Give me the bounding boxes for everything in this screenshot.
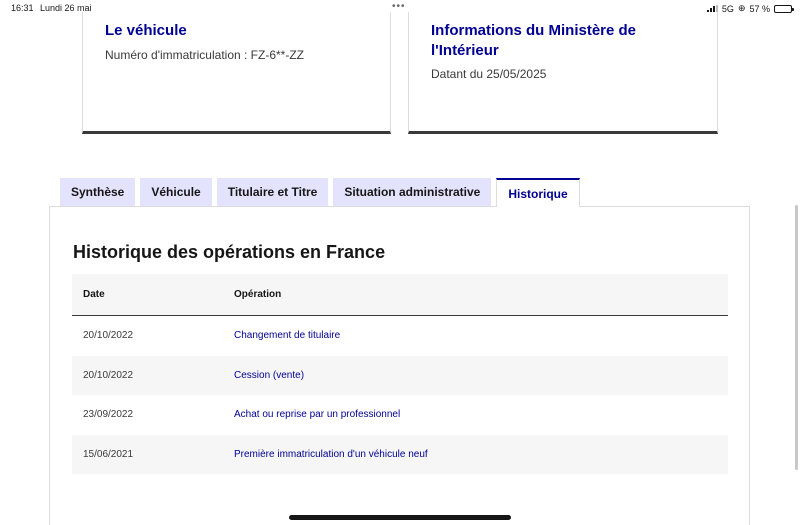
network-label: 5G <box>721 3 734 14</box>
registration-number: Numéro d'immatriculation : FZ-6**-ZZ <box>105 48 304 62</box>
table-header: Date Opération <box>72 274 728 316</box>
table-row: 15/06/2021 Première immatriculation d'un… <box>72 434 728 474</box>
row-operation: Changement de titulaire <box>234 330 341 342</box>
historique-table: Date Opération 20/10/2022 Changement de … <box>72 274 728 474</box>
ministere-card-title[interactable]: Informations du Ministère de l'Intérieur <box>431 21 661 61</box>
row-operation: Achat ou reprise par un professionnel <box>234 409 401 421</box>
historique-title: Historique des opérations en France <box>73 242 386 262</box>
home-indicator[interactable] <box>289 515 511 520</box>
battery-percent: 57 % <box>749 3 770 14</box>
row-date: 20/10/2022 <box>83 330 134 342</box>
vehicule-card[interactable]: Le véhicule Numéro d'immatriculation : F… <box>82 12 391 134</box>
tab-list: Synthèse Véhicule Titulaire et Titre Sit… <box>60 178 580 207</box>
battery-icon <box>774 4 794 13</box>
table-body: 20/10/2022 Changement de titulaire 20/10… <box>72 316 728 474</box>
tab-historique[interactable]: Historique <box>496 178 580 207</box>
row-date: 15/06/2021 <box>83 448 134 460</box>
multitasking-dots-icon[interactable]: ••• <box>392 1 406 12</box>
column-header-date: Date <box>83 289 105 300</box>
tab-situation-administrative[interactable]: Situation administrative <box>333 178 492 206</box>
row-operation: Cession (vente) <box>234 369 305 381</box>
tab-synthese[interactable]: Synthèse <box>60 178 136 206</box>
row-date: 20/10/2022 <box>83 369 134 381</box>
table-row: 23/09/2022 Achat ou reprise par un profe… <box>72 395 728 435</box>
tab-vehicule[interactable]: Véhicule <box>140 178 212 206</box>
row-date: 23/09/2022 <box>83 409 134 421</box>
row-operation: Première immatriculation d'un véhicule n… <box>234 448 428 460</box>
ministere-date: Datant du 25/05/2025 <box>431 67 547 81</box>
tab-titulaire-et-titre[interactable]: Titulaire et Titre <box>216 178 329 206</box>
status-right-group: 5G ⊕ 57 % <box>706 3 794 14</box>
table-row: 20/10/2022 Changement de titulaire <box>72 316 728 356</box>
column-header-operation: Opération <box>234 289 282 300</box>
orientation-lock-icon: ⊕ <box>737 3 746 13</box>
status-time: 16:31 <box>11 3 34 13</box>
ministere-card[interactable]: Informations du Ministère de l'Intérieur… <box>408 12 718 134</box>
vehicule-card-title[interactable]: Le véhicule <box>105 21 187 41</box>
scrollbar[interactable] <box>795 205 798 470</box>
table-row: 20/10/2022 Cession (vente) <box>72 355 728 395</box>
historique-panel: Historique des opérations en France Date… <box>49 206 750 525</box>
